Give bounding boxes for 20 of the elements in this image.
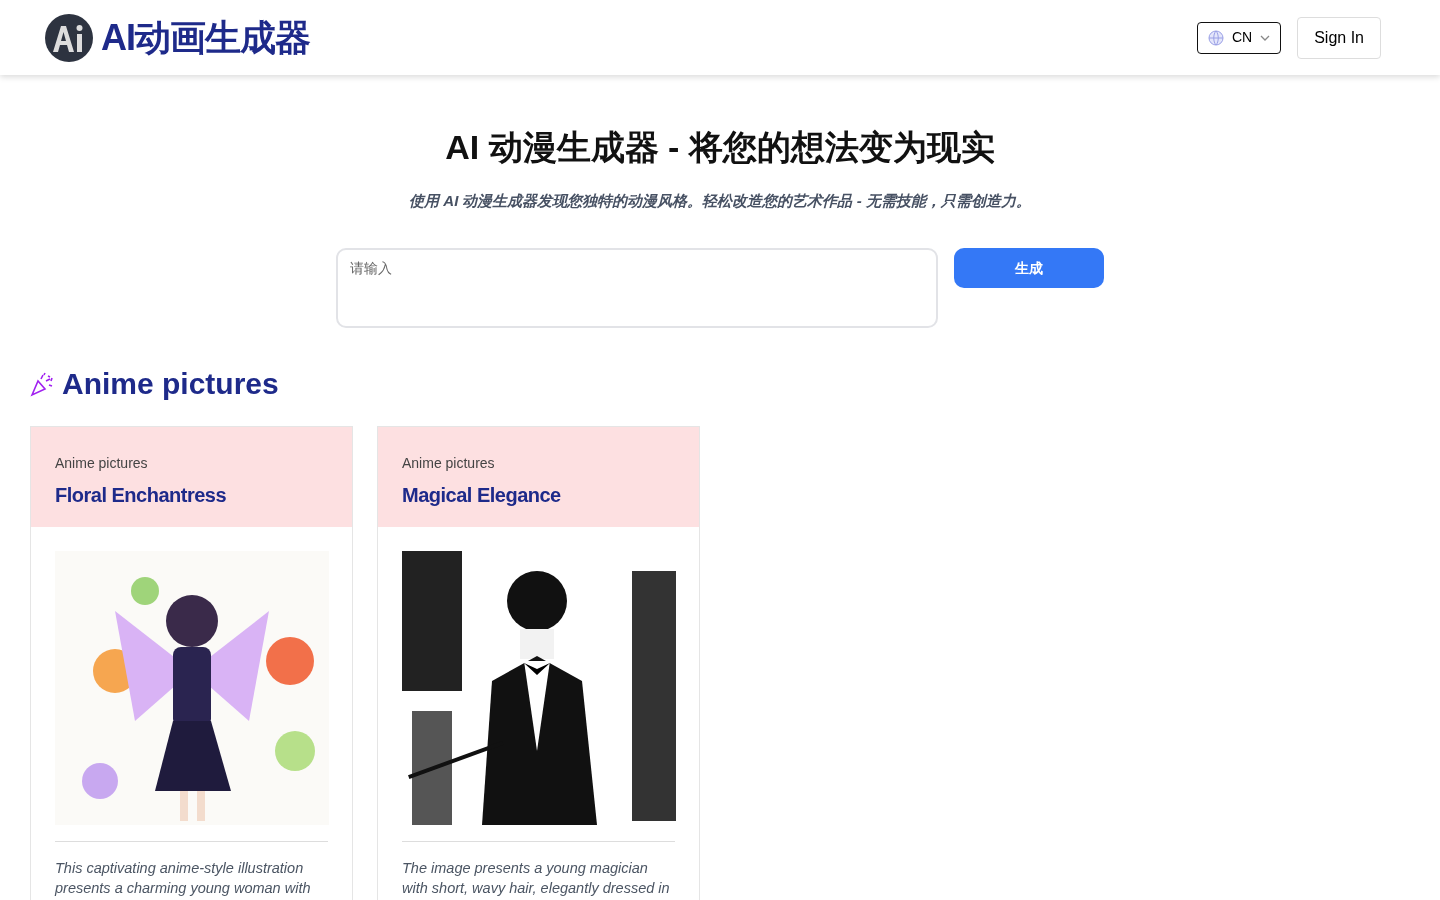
sign-in-button[interactable]: Sign In [1297, 16, 1381, 59]
language-dropdown[interactable]: CN [1196, 21, 1282, 54]
card[interactable]: Anime pictures Magical Elegance The image presents a young magician with short, wavy hair, elegantly dressed in [377, 426, 700, 900]
card-title: Magical Elegance [402, 483, 562, 509]
logo-icon [45, 13, 93, 62]
card-title: Floral Enchantress [55, 483, 228, 509]
generate-button[interactable]: 生成 [954, 248, 1104, 289]
globe-icon [1207, 29, 1224, 46]
card[interactable]: Anime pictures Floral Enchantress This captivating anime-style illustration presents a charming young woman with [30, 426, 353, 900]
hero-title: AI 动漫生成器 - 将您的想法变为现实 [444, 127, 996, 168]
card-category: Anime pictures [402, 454, 496, 474]
prompt-field[interactable]: 请输入 [336, 248, 938, 329]
party-popper-icon [30, 371, 54, 398]
card-description: The image presents a young magician with short, wavy hair, elegantly dressed in [402, 841, 675, 899]
site-title: AI动画生成器 [101, 15, 310, 60]
card-category: Anime pictures [55, 454, 149, 474]
card-description: This captivating anime-style illustration presents a charming young woman with [55, 841, 328, 899]
caret-icon [1260, 34, 1271, 41]
hero-subtitle: 使用 AI 动漫生成器发现您独特的动漫风格。轻松改造您的艺术作品 - 无需技能，只需创造力。 [408, 190, 1032, 211]
section-title: Anime pictures [62, 366, 279, 403]
